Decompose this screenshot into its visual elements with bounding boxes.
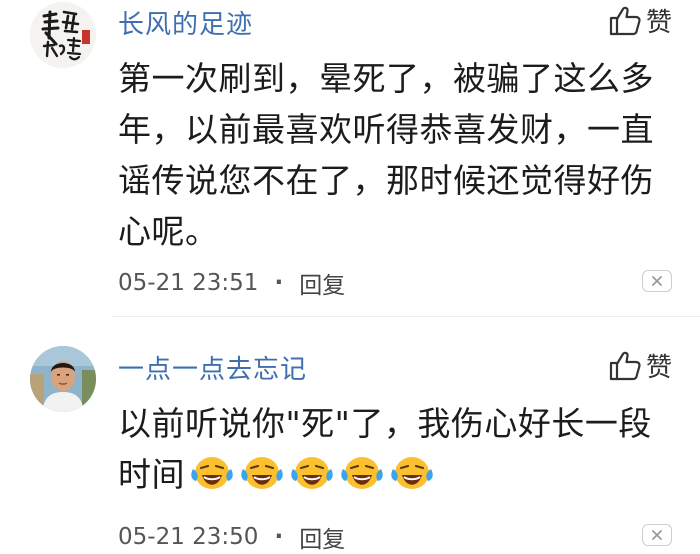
crying-laughing-emoji bbox=[339, 452, 385, 492]
crying-laughing-emoji bbox=[289, 452, 335, 492]
reply-button[interactable]: 回复 bbox=[299, 520, 345, 554]
timestamp: 05-21 23:50 bbox=[118, 524, 259, 550]
avatar[interactable] bbox=[30, 346, 96, 412]
dismiss-button[interactable] bbox=[642, 270, 672, 292]
username[interactable]: 一点一点去忘记 bbox=[118, 349, 307, 386]
thumbs-up-icon bbox=[608, 5, 642, 37]
avatar-photo-image bbox=[30, 346, 96, 412]
emoji-row bbox=[189, 452, 435, 492]
comment-meta: 05-21 23:51 · 回复 bbox=[118, 266, 345, 300]
username[interactable]: 长风的足迹 bbox=[118, 4, 253, 41]
like-button[interactable]: 赞 bbox=[608, 347, 672, 384]
close-icon bbox=[651, 272, 663, 291]
comment-item: 长风的足迹 赞 第一次刷到，晕死了，被骗了这么多年，以前最喜欢听得恭喜发财，一直… bbox=[0, 0, 700, 316]
comment-meta: 05-21 23:50 · 回复 bbox=[118, 520, 345, 554]
thumbs-up-icon bbox=[608, 350, 642, 382]
avatar[interactable] bbox=[30, 2, 96, 68]
comment-text: 第一次刷到，晕死了，被骗了这么多年，以前最喜欢听得恭喜发财，一直谣传说您不在了，… bbox=[118, 59, 654, 251]
avatar-calligraphy-image bbox=[30, 2, 96, 68]
reply-button[interactable]: 回复 bbox=[299, 266, 345, 300]
timestamp: 05-21 23:51 bbox=[118, 270, 259, 296]
dismiss-button[interactable] bbox=[642, 524, 672, 546]
crying-laughing-emoji bbox=[389, 452, 435, 492]
crying-laughing-emoji bbox=[189, 452, 235, 492]
comment-text: 以前听说你"死"了，我伤心好长一段时间 bbox=[118, 398, 674, 500]
like-button[interactable]: 赞 bbox=[608, 2, 672, 39]
like-label: 赞 bbox=[645, 8, 672, 38]
comment-item: 一点一点去忘记 赞 以前听说你"死"了，我伤心好长一段时间 05-21 23:5… bbox=[0, 316, 700, 554]
meta-separator: · bbox=[274, 270, 284, 296]
like-label: 赞 bbox=[645, 353, 672, 383]
crying-laughing-emoji bbox=[239, 452, 285, 492]
close-icon bbox=[651, 526, 663, 545]
meta-separator: · bbox=[274, 524, 284, 550]
